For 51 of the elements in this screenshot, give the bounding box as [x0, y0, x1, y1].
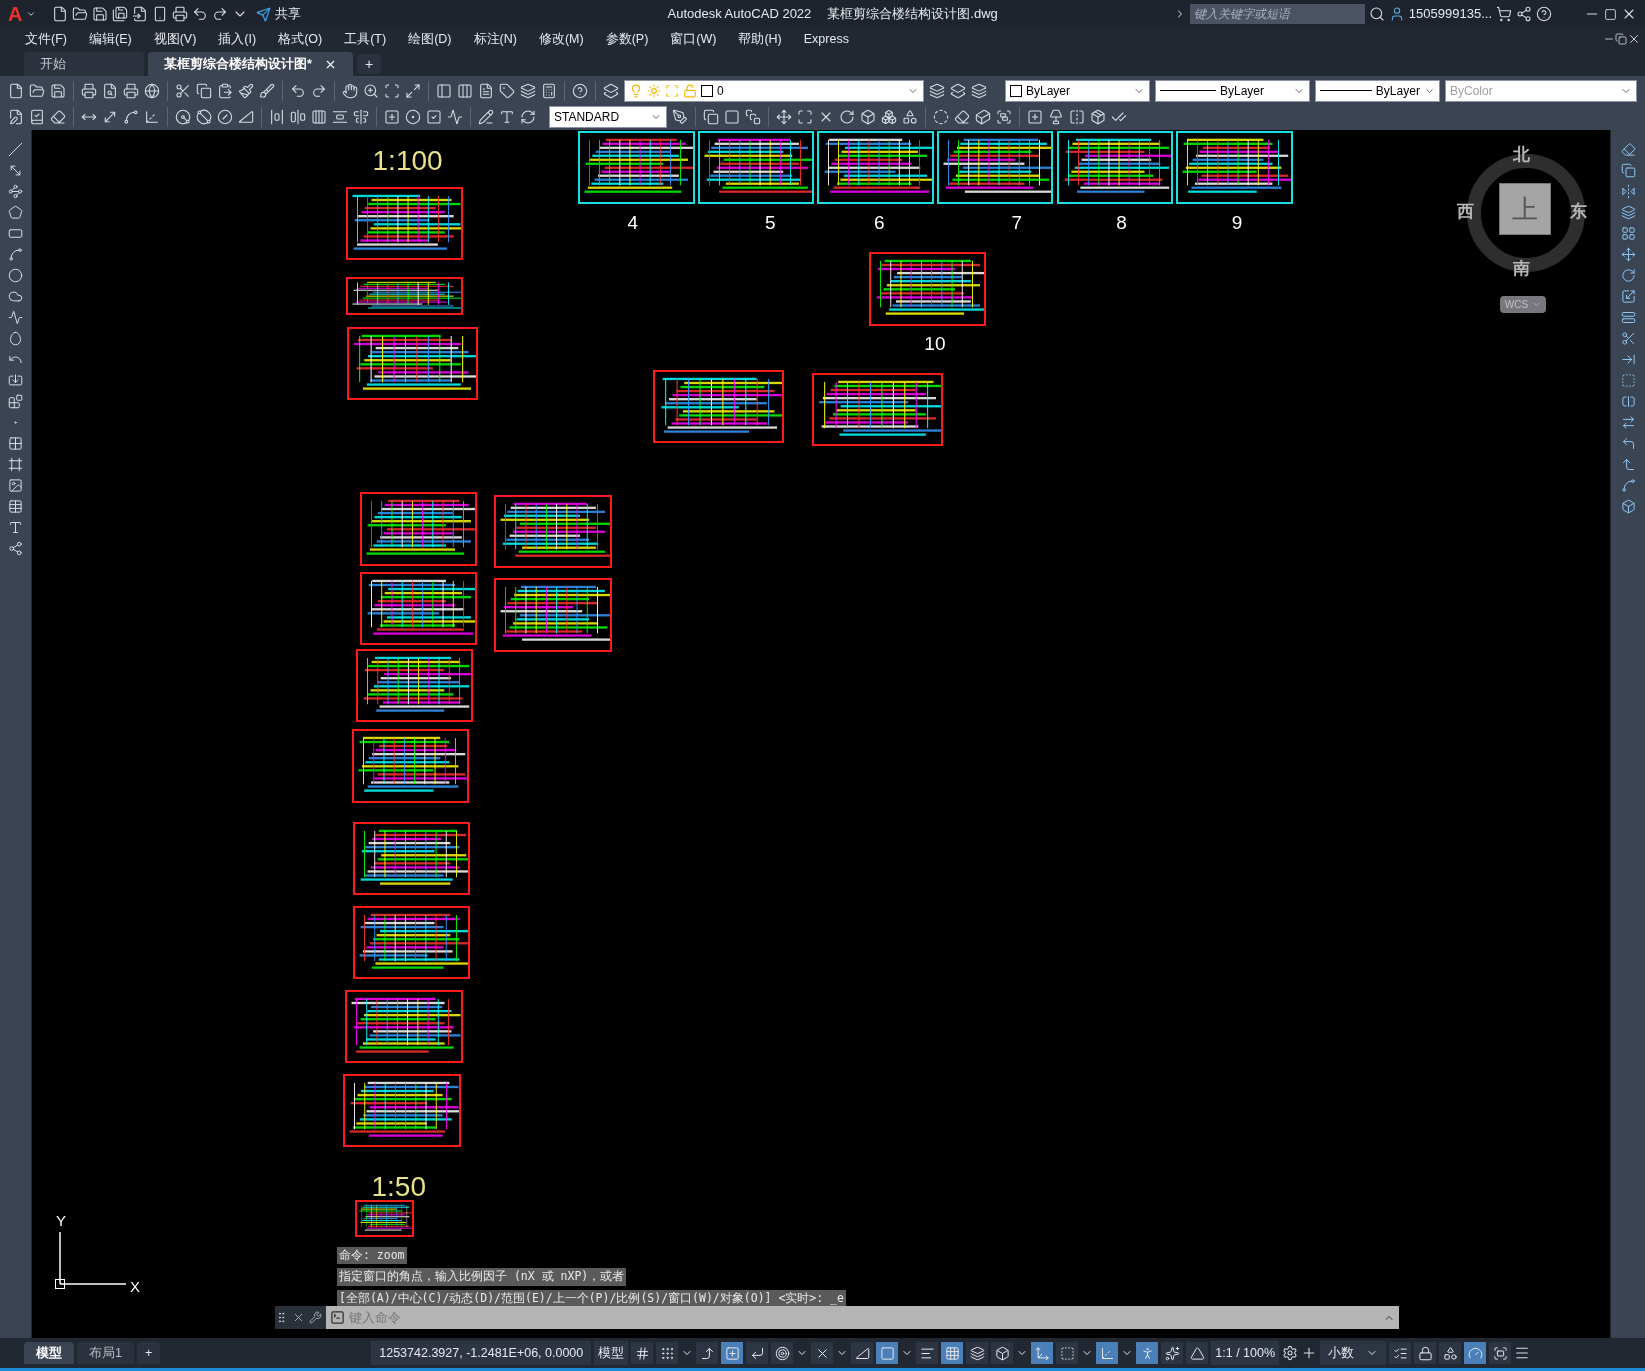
menu-item[interactable]: 文件(F) — [16, 29, 76, 49]
drawing-canvas[interactable]: 1:100 1:50 4 5 6 7 8 9 10 北 西 上 东 南 WCS Y X 命令: zoom 指定窗口的角点，输入比例因子 (nX 或 nXP)，或者 [全部(A)/中心(C)/动态(D)/范围(E)/上一个(P)/比例(S)/窗口(W)/对象(O)] <实时>: _e 键入命令 — [32, 130, 1610, 1338]
user-name[interactable]: 1505999135... — [1408, 4, 1492, 24]
document-tab[interactable]: 开始 — [24, 52, 144, 76]
layout-tab[interactable]: 布局1 — [77, 1342, 134, 1364]
units-dropdown[interactable]: 小数 — [1320, 1341, 1387, 1365]
menu-item[interactable]: 视图(V) — [144, 29, 206, 49]
linetype-dropdown[interactable]: ByLayer — [1155, 79, 1310, 102]
compass-south: 南 — [1512, 258, 1530, 281]
menu-item[interactable]: 插入(I) — [209, 29, 266, 49]
color-dropdown[interactable]: ByLayer — [1005, 79, 1150, 102]
sheet-number: 9 — [1231, 211, 1243, 236]
add-layout-button[interactable]: + — [136, 1342, 161, 1364]
coordinates-readout: 1253742.3927, -1.2481E+06, 0.0000 — [371, 1341, 592, 1365]
compass-west: 西 — [1457, 200, 1475, 223]
compass-east: 东 — [1569, 200, 1587, 223]
menu-item[interactable]: 编辑(E) — [79, 29, 141, 49]
menu-item[interactable]: 窗口(W) — [661, 29, 726, 49]
menu-item[interactable]: 参数(P) — [596, 29, 658, 49]
layer-name: 0 — [717, 82, 725, 100]
app-menu-button[interactable]: A — [8, 4, 23, 24]
lineweight-dropdown[interactable]: ByLayer — [1315, 79, 1440, 102]
sheet-number: 6 — [874, 211, 885, 236]
scale-label: 1:100 — [372, 143, 443, 178]
sheet-number: 8 — [1116, 211, 1127, 236]
share-button[interactable]: 共享 — [256, 4, 302, 24]
menu-item[interactable]: 绘图(D) — [399, 29, 461, 49]
menu-item[interactable]: 标注(N) — [464, 29, 526, 49]
sheet-number: 4 — [627, 211, 639, 236]
layout-tab[interactable]: 模型 — [24, 1342, 74, 1364]
menu-item[interactable]: Express — [794, 29, 858, 49]
x-axis-label: X — [130, 1277, 140, 1297]
layer-dropdown[interactable]: 0 — [624, 79, 924, 102]
menu-item[interactable]: 帮助(H) — [729, 29, 791, 49]
sheet-number: 7 — [1011, 211, 1022, 236]
menu-item[interactable]: 格式(O) — [269, 29, 332, 49]
annotation-scale-button[interactable]: 1:1 / 100% — [1211, 1341, 1280, 1365]
sheet-number: 10 — [924, 331, 946, 356]
sheet-number: 5 — [764, 211, 776, 236]
menu-item[interactable]: 修改(M) — [529, 29, 593, 49]
scale-label: 1:50 — [371, 1169, 426, 1204]
file-name: 某框剪综合楼结构设计图.dwg — [827, 5, 998, 24]
new-tab-button[interactable]: + — [356, 54, 382, 74]
search-field[interactable]: 键入关键字或短语 — [1189, 4, 1365, 24]
y-axis-label: Y — [56, 1211, 66, 1231]
document-tab[interactable]: 某框剪综合楼结构设计图* — [148, 52, 353, 76]
window-title: Autodesk AutoCAD 2022 — [667, 5, 812, 24]
compass-north: 北 — [1512, 143, 1530, 166]
model-space-button[interactable]: 模型 — [594, 1341, 629, 1365]
text-style-dropdown[interactable]: STANDARD — [549, 106, 667, 128]
menu-item[interactable]: 工具(T) — [335, 29, 396, 49]
